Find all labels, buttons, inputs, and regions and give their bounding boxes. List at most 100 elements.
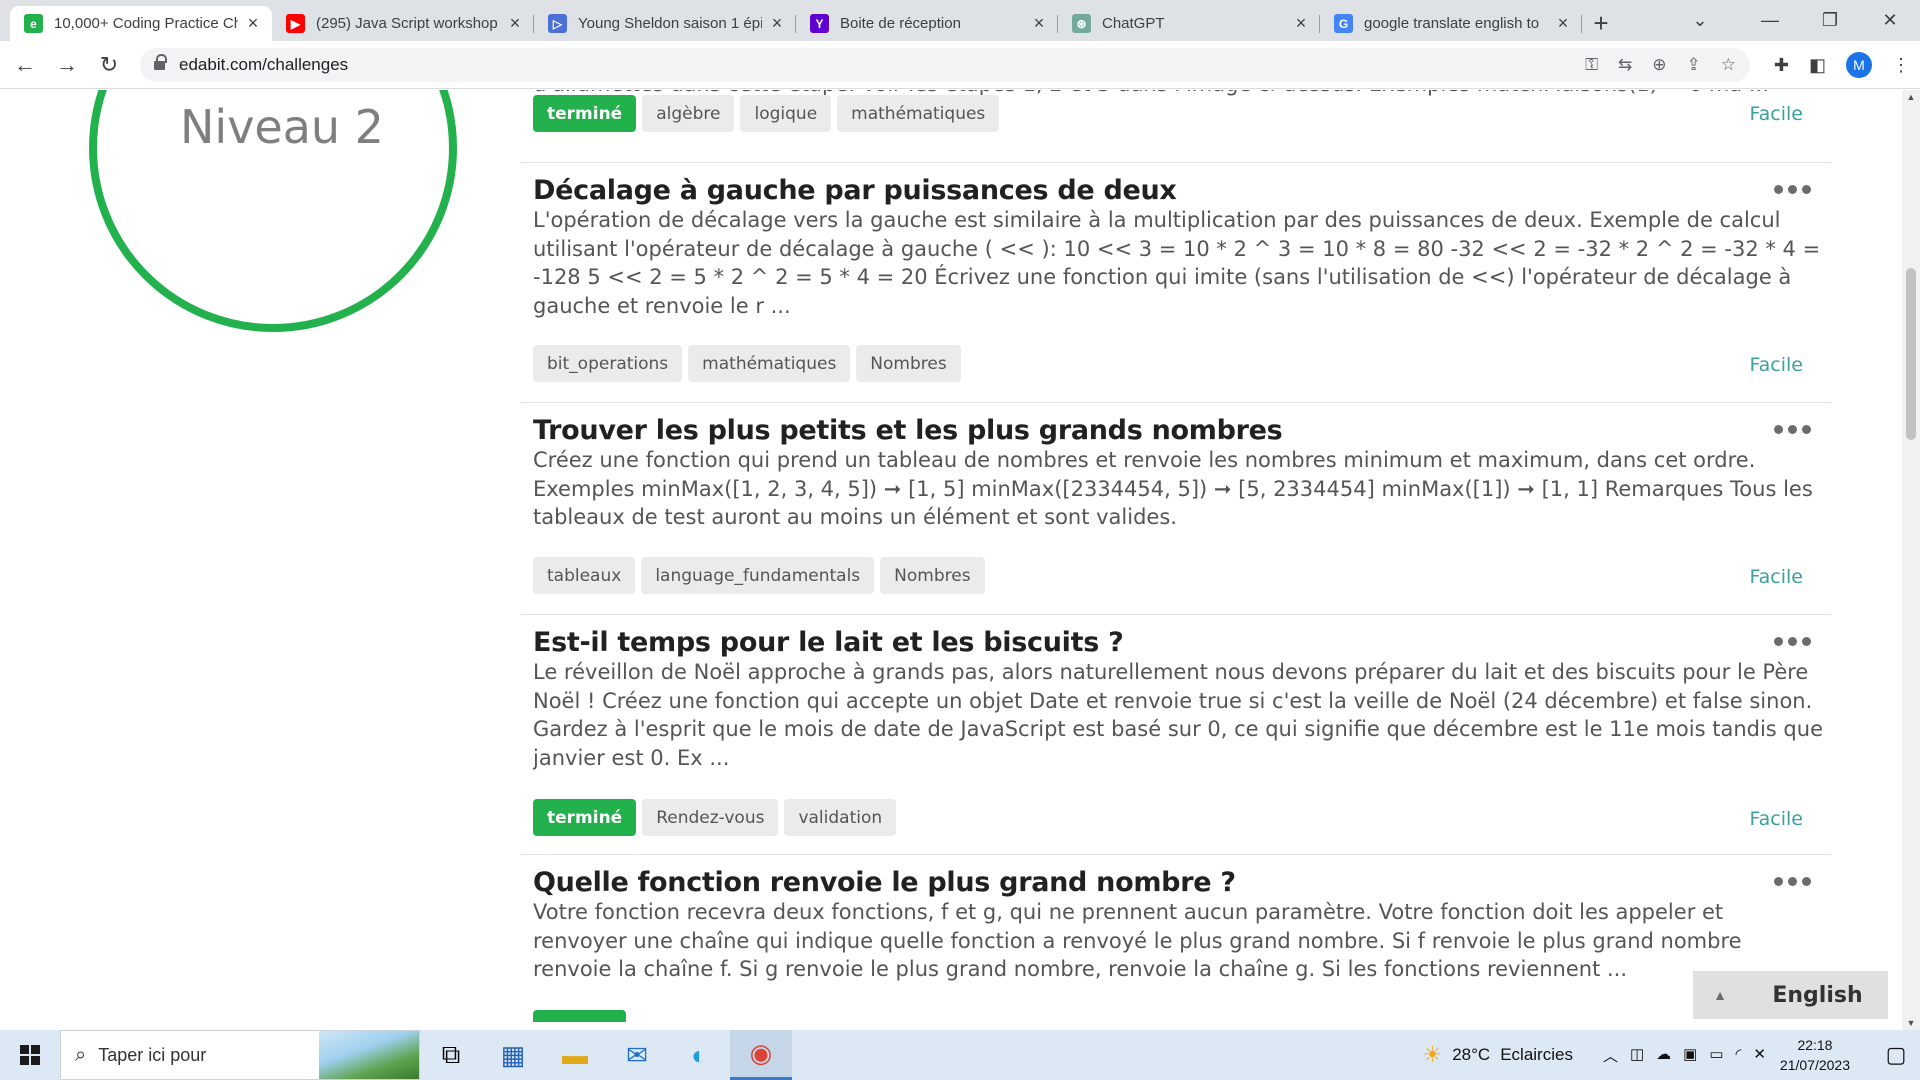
challenge-title[interactable]: Décalage à gauche par puissances de deux bbox=[533, 175, 1177, 206]
tag-chip[interactable]: logique bbox=[740, 95, 832, 132]
tag-chip[interactable]: tableaux bbox=[533, 557, 636, 594]
side-panel-icon[interactable]: ◧ bbox=[1809, 55, 1826, 76]
close-tab-icon[interactable]: × bbox=[1030, 13, 1048, 34]
page-viewport: Niveau 2 d'allumettes dans cette étape. … bbox=[0, 90, 1902, 1030]
tag-chip[interactable]: Rendez-vous bbox=[642, 799, 779, 836]
challenge-description: Le réveillon de Noël approche à grands p… bbox=[533, 660, 1823, 770]
close-window-button[interactable]: ✕ bbox=[1860, 0, 1920, 41]
tag-chip[interactable]: Nombres bbox=[856, 345, 961, 382]
challenge-card[interactable]: Est-il temps pour le lait et les biscuit… bbox=[521, 615, 1831, 855]
wifi-icon[interactable]: ◜ bbox=[1736, 1045, 1742, 1066]
challenge-card[interactable]: Trouver les plus petits et les plus gran… bbox=[521, 403, 1831, 615]
difficulty-label: Facile bbox=[1749, 566, 1803, 588]
browser-tab[interactable]: Y Boite de réception × bbox=[796, 6, 1058, 41]
store-icon[interactable]: ▦ bbox=[482, 1030, 544, 1080]
profile-avatar[interactable]: M bbox=[1846, 52, 1872, 78]
minimize-button[interactable]: — bbox=[1740, 0, 1800, 41]
battery-icon[interactable]: ▭ bbox=[1709, 1045, 1723, 1066]
challenge-card[interactable]: d'allumettes dans cette étape. Voir les … bbox=[521, 90, 1831, 163]
lock-icon[interactable] bbox=[154, 53, 167, 72]
task-view-icon[interactable]: ⧉ bbox=[420, 1030, 482, 1080]
browser-tab[interactable]: ▷ Young Sheldon saison 1 épisode × bbox=[534, 6, 796, 41]
tab-title: (295) Java Script workshop bbox=[316, 15, 498, 32]
tag-chip[interactable]: algèbre bbox=[642, 95, 735, 132]
meet-icon[interactable]: ◫ bbox=[1630, 1045, 1644, 1066]
tab-title: 10,000+ Coding Practice Challenges bbox=[54, 15, 238, 32]
more-options-icon[interactable] bbox=[1774, 185, 1811, 194]
translate-icon[interactable]: ⇆ bbox=[1618, 55, 1632, 75]
new-tab-button[interactable]: + bbox=[1582, 6, 1620, 41]
file-explorer-icon[interactable]: ▬ bbox=[544, 1030, 606, 1080]
edge-icon[interactable]: ◐ bbox=[668, 1030, 730, 1080]
challenge-title[interactable]: Quelle fonction renvoie le plus grand no… bbox=[533, 867, 1236, 898]
tag-chip[interactable]: mathématiques bbox=[837, 95, 1000, 132]
notification-center-icon[interactable]: ▢ bbox=[1872, 1042, 1920, 1068]
caret-up-icon[interactable]: ▲ bbox=[1693, 987, 1747, 1003]
more-options-icon[interactable] bbox=[1774, 877, 1811, 886]
onedrive-cloud-icon[interactable]: ☁ bbox=[1656, 1045, 1671, 1066]
mail-icon[interactable]: ✉ bbox=[606, 1030, 668, 1080]
challenge-card[interactable]: Décalage à gauche par puissances de deux… bbox=[521, 163, 1831, 403]
share-icon[interactable]: ⇪ bbox=[1687, 55, 1701, 75]
weather-widget[interactable]: ☀ 28°C Eclaircies bbox=[1422, 1042, 1572, 1068]
more-options-icon[interactable] bbox=[1774, 425, 1811, 434]
tag-chip[interactable]: language_fundamentals bbox=[641, 557, 875, 594]
system-tray: ☀ 28°C Eclaircies ︿ ◫ ☁ ▣ ▭ ◜ ✕ 22:18 21… bbox=[1422, 1030, 1920, 1080]
scrollbar-thumb[interactable] bbox=[1906, 268, 1916, 440]
restore-button[interactable]: ❐ bbox=[1800, 0, 1860, 41]
tag-chip[interactable]: bit_operations bbox=[533, 345, 683, 382]
challenge-card[interactable]: Quelle fonction renvoie le plus grand no… bbox=[521, 855, 1831, 1030]
security-icon[interactable]: ▣ bbox=[1683, 1045, 1697, 1066]
browser-menu-icon[interactable]: ⋮ bbox=[1892, 55, 1910, 76]
difficulty-label: Facile bbox=[1749, 808, 1803, 830]
challenge-description: Créez une fonction qui prend un tableau … bbox=[533, 448, 1813, 529]
tab-title: Young Sheldon saison 1 épisode bbox=[578, 15, 762, 32]
language-label[interactable]: English bbox=[1747, 983, 1888, 1008]
address-bar[interactable]: edabit.com/challenges ⚿ ⇆ ⊕ ⇪ ☆ bbox=[140, 48, 1750, 82]
tag-chip[interactable]: Nombres bbox=[880, 557, 985, 594]
tag-chip[interactable]: validation bbox=[784, 799, 897, 836]
challenge-title[interactable]: Est-il temps pour le lait et les biscuit… bbox=[533, 627, 1124, 658]
zoom-icon[interactable]: ⊕ bbox=[1652, 55, 1666, 75]
key-icon[interactable]: ⚿ bbox=[1585, 55, 1598, 75]
extensions-puzzle-icon[interactable]: ✚ bbox=[1774, 55, 1789, 76]
chrome-icon[interactable]: ◉ bbox=[730, 1030, 792, 1080]
chevron-up-icon[interactable]: ︿ bbox=[1603, 1045, 1618, 1066]
completed-badge-partial bbox=[533, 1010, 626, 1022]
browser-tab[interactable]: ▶ (295) Java Script workshop × bbox=[272, 6, 534, 41]
browser-tab[interactable]: e 10,000+ Coding Practice Challenges × bbox=[10, 6, 272, 41]
weather-temperature: 28°C bbox=[1452, 1045, 1491, 1064]
completed-badge[interactable]: terminé bbox=[533, 95, 637, 132]
close-tab-icon[interactable]: × bbox=[1292, 13, 1310, 34]
close-tab-icon[interactable]: × bbox=[768, 13, 786, 34]
close-tab-icon[interactable]: × bbox=[1554, 13, 1572, 34]
taskbar-clock[interactable]: 22:18 21/07/2023 bbox=[1780, 1035, 1850, 1075]
tab-search-icon[interactable]: ⌄ bbox=[1670, 0, 1730, 41]
challenge-title[interactable]: Trouver les plus petits et les plus gran… bbox=[533, 415, 1283, 446]
completed-badge[interactable]: terminé bbox=[533, 799, 637, 836]
back-arrow-icon[interactable]: ← bbox=[8, 48, 42, 82]
clock-date: 21/07/2023 bbox=[1779, 1057, 1850, 1073]
level-label: Niveau 2 bbox=[180, 100, 384, 154]
reload-icon[interactable]: ↻ bbox=[92, 48, 126, 82]
more-options-icon[interactable] bbox=[1774, 637, 1811, 646]
taskbar-search-box[interactable]: ⌕ Taper ici pour bbox=[60, 1030, 420, 1080]
volume-muted-icon[interactable]: ✕ bbox=[1753, 1045, 1766, 1066]
browser-tab[interactable]: Ggoogle translate english to × bbox=[1320, 6, 1582, 41]
weather-sun-cloud-icon: ☀ bbox=[1422, 1042, 1443, 1067]
tag-chip[interactable]: mathématiques bbox=[688, 345, 851, 382]
browser-tab[interactable]: ⊛ ChatGPT × bbox=[1058, 6, 1320, 41]
clock-time: 22:18 bbox=[1797, 1037, 1833, 1053]
chatgpt-favicon-icon: ⊛ bbox=[1072, 14, 1091, 33]
close-tab-icon[interactable]: × bbox=[506, 13, 524, 34]
search-placeholder: Taper ici pour bbox=[98, 1044, 207, 1065]
scroll-up-arrow-icon[interactable]: ▲ bbox=[1902, 92, 1920, 102]
page-scrollbar[interactable]: ▲ ▼ bbox=[1902, 90, 1920, 1030]
bookmark-star-icon[interactable]: ☆ bbox=[1721, 55, 1736, 75]
language-selector[interactable]: ▲ English bbox=[1693, 971, 1888, 1019]
tab-title: google translate english to bbox=[1364, 15, 1540, 32]
scroll-down-arrow-icon[interactable]: ▼ bbox=[1902, 1018, 1920, 1028]
start-button[interactable] bbox=[0, 1030, 60, 1080]
close-tab-icon[interactable]: × bbox=[244, 13, 262, 34]
forward-arrow-icon[interactable]: → bbox=[50, 48, 84, 82]
